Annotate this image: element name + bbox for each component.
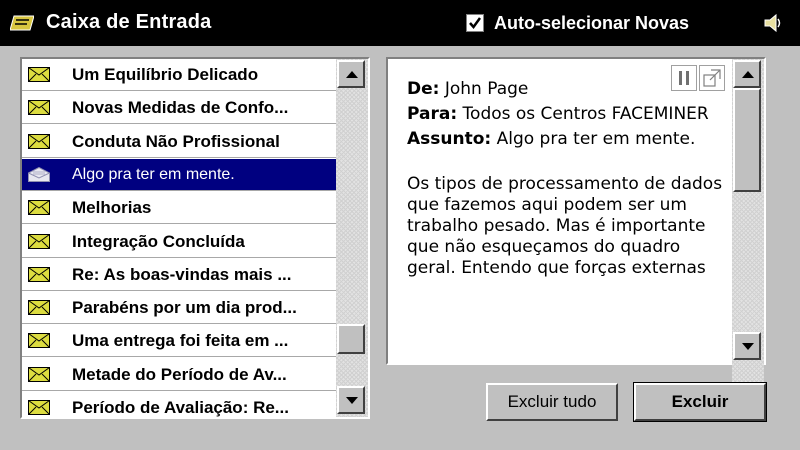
arrow-down-icon xyxy=(346,397,358,404)
list-scroll-down-button[interactable] xyxy=(337,386,365,414)
list-item-subject: Melhorias xyxy=(72,198,152,218)
window-title: Caixa de Entrada xyxy=(46,11,212,33)
envelope-icon xyxy=(28,266,50,282)
auto-select-label: Auto-selecionar Novas xyxy=(494,12,690,33)
list-item-subject: Algo pra ter em mente. xyxy=(72,165,235,183)
list-item[interactable]: Melhorias xyxy=(22,192,336,225)
message-list: Um Equilíbrio Delicado Novas Medidas de C… xyxy=(20,57,370,419)
list-item[interactable]: Conduta Não Profissional xyxy=(22,126,336,158)
arrow-down-icon xyxy=(742,343,754,350)
message-scroll-thumb[interactable] xyxy=(733,88,761,192)
list-scroll-thumb[interactable] xyxy=(337,324,365,354)
message-list-items: Um Equilíbrio Delicado Novas Medidas de C… xyxy=(22,59,336,417)
arrow-up-icon xyxy=(346,71,358,78)
envelope-icon xyxy=(28,133,50,149)
list-scrollbar[interactable] xyxy=(336,59,368,417)
message-view: De: John Page Para: Todos os Centros FAC… xyxy=(386,57,766,417)
inbox-window: Caixa de Entrada Auto-selecionar Novas U… xyxy=(0,0,800,450)
list-item[interactable]: Re: As boas-vindas mais ... xyxy=(22,259,336,291)
delete-all-button[interactable]: Excluir tudo xyxy=(486,383,618,421)
envelope-icon xyxy=(28,300,50,316)
inbox-tray-icon xyxy=(10,15,34,31)
list-item-subject: Integração Concluída xyxy=(72,231,245,251)
list-item[interactable]: Um Equilíbrio Delicado xyxy=(22,59,336,91)
message-body: Os tipos de processamento de dados que f… xyxy=(407,174,723,278)
to-label: Para: xyxy=(407,104,458,124)
list-item-subject: Uma entrega foi feita em ... xyxy=(72,331,289,351)
checkmark-icon xyxy=(469,17,482,30)
envelope-icon xyxy=(28,400,50,415)
from-label: De: xyxy=(407,79,440,99)
message-to-line: Para: Todos os Centros FACEMINER xyxy=(407,104,727,125)
message-scroll-down-button[interactable] xyxy=(733,332,761,360)
list-item-subject: Re: As boas-vindas mais ... xyxy=(72,264,292,284)
speaker-icon[interactable] xyxy=(762,12,784,34)
envelope-icon xyxy=(28,67,50,82)
list-item[interactable]: Metade do Período de Av... xyxy=(22,359,336,391)
subject-label: Assunto: xyxy=(407,129,492,149)
list-item-subject: Conduta Não Profissional xyxy=(72,131,280,151)
list-item[interactable]: Novas Medidas de Confo... xyxy=(22,92,336,125)
open-envelope-icon xyxy=(28,166,50,182)
list-item[interactable]: Algo pra ter em mente. xyxy=(22,158,336,191)
list-item-subject: Metade do Período de Av... xyxy=(72,364,287,384)
message-subject-line: Assunto: Algo pra ter em mente. xyxy=(407,129,727,150)
envelope-icon xyxy=(28,333,50,349)
envelope-icon xyxy=(28,100,50,116)
message-from-line: De: John Page xyxy=(407,79,727,100)
list-item-subject: Um Equilíbrio Delicado xyxy=(72,65,259,84)
message-from: John Page xyxy=(444,79,529,99)
arrow-up-icon xyxy=(742,71,754,78)
list-item-subject: Parabéns por um dia prod... xyxy=(72,298,297,318)
delete-button[interactable]: Excluir xyxy=(634,383,766,421)
message-text: De: John Page Para: Todos os Centros FAC… xyxy=(407,79,727,283)
list-item-subject: Novas Medidas de Confo... xyxy=(72,98,289,118)
list-item[interactable]: Período de Avaliação: Re... xyxy=(22,392,336,417)
auto-select-toggle[interactable]: Auto-selecionar Novas xyxy=(466,10,689,36)
list-item[interactable]: Integração Concluída xyxy=(22,226,336,258)
list-item-subject: Período de Avaliação: Re... xyxy=(72,398,289,417)
envelope-icon xyxy=(28,366,50,382)
message-subject: Algo pra ter em mente. xyxy=(496,129,696,149)
message-content: De: John Page Para: Todos os Centros FAC… xyxy=(388,59,732,363)
message-to: Todos os Centros FACEMINER xyxy=(462,104,709,124)
title-bar: Caixa de Entrada Auto-selecionar Novas xyxy=(0,0,800,46)
list-item[interactable]: Parabéns por um dia prod... xyxy=(22,292,336,325)
envelope-icon xyxy=(28,233,50,249)
delete-button-frame: Excluir xyxy=(633,382,767,422)
message-scrollbar[interactable] xyxy=(732,59,764,417)
message-scroll-up-button[interactable] xyxy=(733,60,761,88)
list-item[interactable]: Uma entrega foi feita em ... xyxy=(22,325,336,358)
auto-select-checkbox[interactable] xyxy=(466,14,484,32)
envelope-icon xyxy=(28,200,50,216)
list-scroll-up-button[interactable] xyxy=(337,60,365,88)
